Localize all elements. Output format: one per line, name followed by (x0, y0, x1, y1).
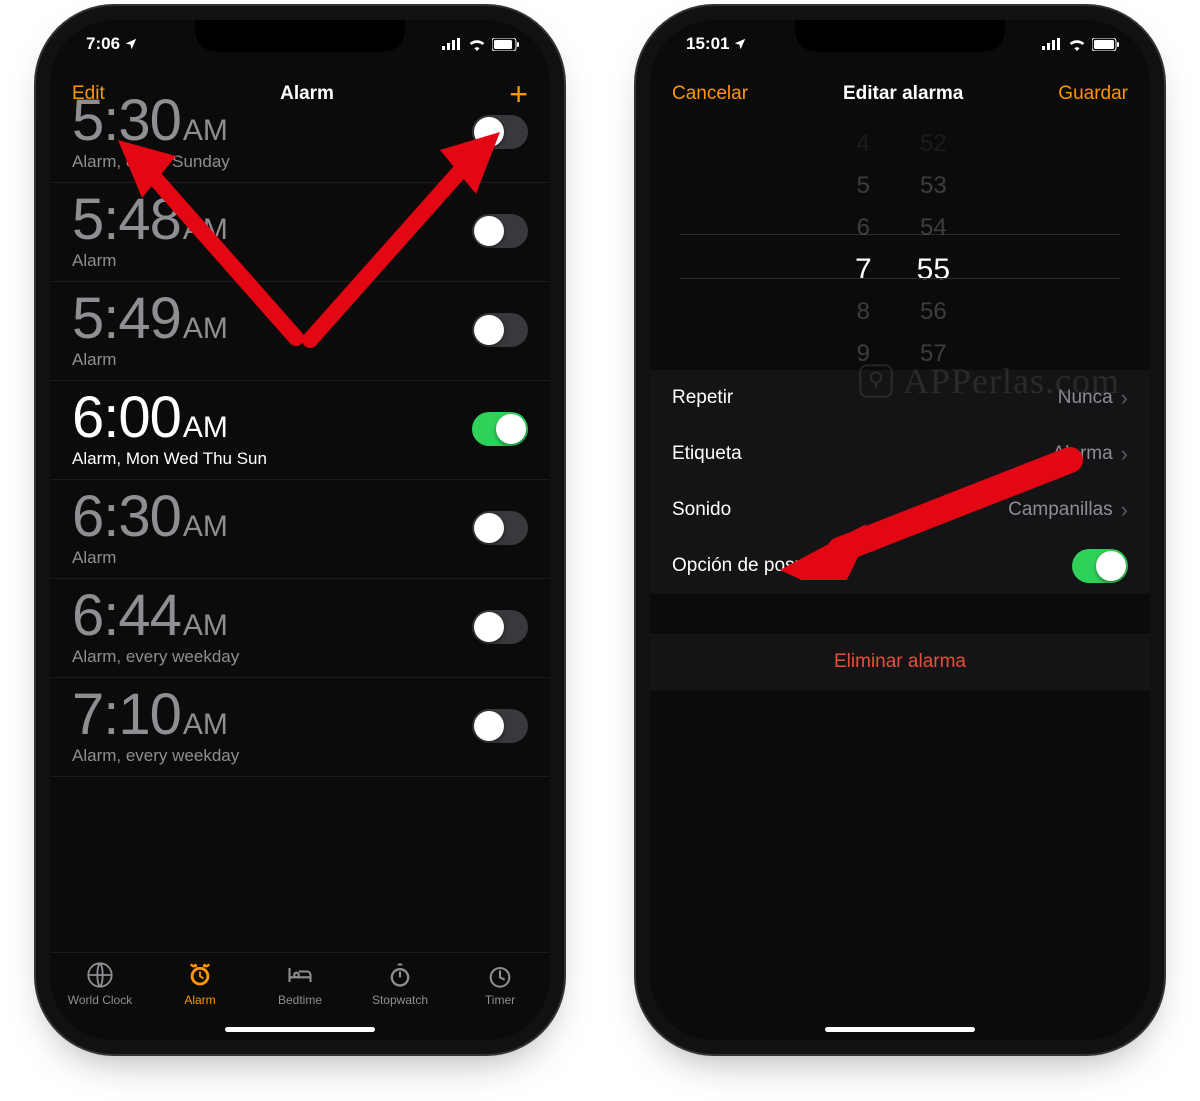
save-button[interactable]: Guardar (1058, 83, 1128, 105)
tab-timer[interactable]: Timer (450, 961, 550, 1040)
alarm-subtitle: Alarm, every weekday (72, 746, 239, 766)
snooze-toggle[interactable] (1072, 549, 1128, 583)
alarm-row[interactable]: 5:48AM Alarm (50, 183, 550, 282)
phone-edit-alarm: 15:01 Cancelar Editar alarma Guardar 4 5… (650, 20, 1150, 1040)
alarm-row[interactable]: 6:44AM Alarm, every weekday (50, 579, 550, 678)
chevron-right-icon: › (1121, 441, 1128, 467)
row-label: Etiqueta (672, 443, 742, 465)
status-time: 15:01 (686, 34, 747, 54)
alarm-row[interactable]: 5:30AM Alarm, every Sunday (50, 84, 550, 183)
alarm-ampm: AM (183, 213, 228, 247)
tab-label: Alarm (184, 993, 215, 1007)
alarm-ampm: AM (183, 510, 228, 544)
alarm-toggle[interactable] (472, 115, 528, 149)
time-picker[interactable]: 4 5 6 7 8 9 10 52 53 54 55 56 57 58 (650, 120, 1150, 370)
location-icon (733, 37, 747, 51)
home-indicator[interactable] (225, 1027, 375, 1032)
alarm-time: 7:10 (72, 686, 181, 744)
globe-icon (86, 961, 114, 989)
alarm-list[interactable]: 5:30AM Alarm, every Sunday 5:48AM Alarm … (50, 84, 550, 952)
picker-minutes[interactable]: 52 53 54 55 56 57 58 (917, 130, 950, 370)
delete-alarm-button[interactable]: Eliminar alarma (650, 634, 1150, 690)
tab-label: Bedtime (278, 993, 322, 1007)
alarm-subtitle: Alarm (72, 350, 228, 370)
tab-label: Stopwatch (372, 993, 428, 1007)
wifi-icon (1068, 38, 1086, 51)
stopwatch-icon (386, 961, 414, 989)
notch (795, 20, 1005, 52)
alarm-row[interactable]: 7:10AM Alarm, every weekday (50, 678, 550, 777)
row-sound[interactable]: Sonido Campanillas › (650, 482, 1150, 538)
page-title: Editar alarma (843, 83, 963, 105)
cancel-button[interactable]: Cancelar (672, 83, 748, 105)
tab-world-clock[interactable]: World Clock (50, 961, 150, 1040)
alarm-time: 6:00 (72, 389, 181, 447)
row-label: Repetir (672, 387, 733, 409)
alarm-time: 6:44 (72, 587, 181, 645)
bed-icon (286, 961, 314, 989)
wifi-icon (468, 38, 486, 51)
row-label: Opción de posponer (672, 555, 843, 577)
battery-icon (1092, 38, 1120, 51)
alarm-ampm: AM (183, 312, 228, 346)
battery-icon (492, 38, 520, 51)
tab-label: World Clock (68, 993, 132, 1007)
home-indicator[interactable] (825, 1027, 975, 1032)
row-label: Sonido (672, 499, 731, 521)
alarm-row[interactable]: 6:00AM Alarm, Mon Wed Thu Sun (50, 381, 550, 480)
alarm-subtitle: Alarm (72, 251, 228, 271)
tab-bar: World Clock Alarm Bedtime Stopwatch Time… (50, 952, 550, 1040)
chevron-right-icon: › (1121, 497, 1128, 523)
row-snooze[interactable]: Opción de posponer (650, 538, 1150, 594)
alarm-row[interactable]: 6:30AM Alarm (50, 480, 550, 579)
alarm-toggle[interactable] (472, 511, 528, 545)
alarm-ampm: AM (183, 609, 228, 643)
row-label[interactable]: Etiqueta Alarma › (650, 426, 1150, 482)
alarm-toggle[interactable] (472, 709, 528, 743)
alarm-toggle[interactable] (472, 610, 528, 644)
tab-label: Timer (485, 993, 515, 1007)
phone-alarm-list: 7:06 Edit Alarm + 5:30AM Alarm, every Su… (50, 20, 550, 1040)
alarm-subtitle: Alarm, every weekday (72, 647, 239, 667)
alarm-subtitle: Alarm, every Sunday (72, 152, 230, 172)
row-value: Alarma (1052, 443, 1112, 465)
alarm-time: 5:48 (72, 191, 181, 249)
picker-hours[interactable]: 4 5 6 7 8 9 10 (850, 130, 877, 370)
row-value: Campanillas (1008, 499, 1113, 521)
status-time: 7:06 (86, 34, 138, 54)
alarm-row[interactable]: 5:49AM Alarm (50, 282, 550, 381)
alarm-time: 6:30 (72, 488, 181, 546)
chevron-right-icon: › (1121, 385, 1128, 411)
nav-bar: Cancelar Editar alarma Guardar (650, 68, 1150, 120)
signal-icon (442, 38, 462, 50)
alarm-time: 5:49 (72, 290, 181, 348)
alarm-ampm: AM (183, 708, 228, 742)
alarm-subtitle: Alarm, Mon Wed Thu Sun (72, 449, 267, 469)
signal-icon (1042, 38, 1062, 50)
alarm-settings: Repetir Nunca› Etiqueta Alarma› Sonido C… (650, 370, 1150, 594)
alarm-icon (186, 961, 214, 989)
alarm-ampm: AM (183, 411, 228, 445)
alarm-ampm: AM (183, 114, 228, 148)
alarm-toggle[interactable] (472, 214, 528, 248)
location-icon (124, 37, 138, 51)
alarm-time: 5:30 (72, 92, 181, 150)
alarm-subtitle: Alarm (72, 548, 228, 568)
timer-icon (486, 961, 514, 989)
notch (195, 20, 405, 52)
alarm-toggle[interactable] (472, 412, 528, 446)
alarm-toggle[interactable] (472, 313, 528, 347)
watermark: APPerlas.com (855, 360, 1120, 402)
